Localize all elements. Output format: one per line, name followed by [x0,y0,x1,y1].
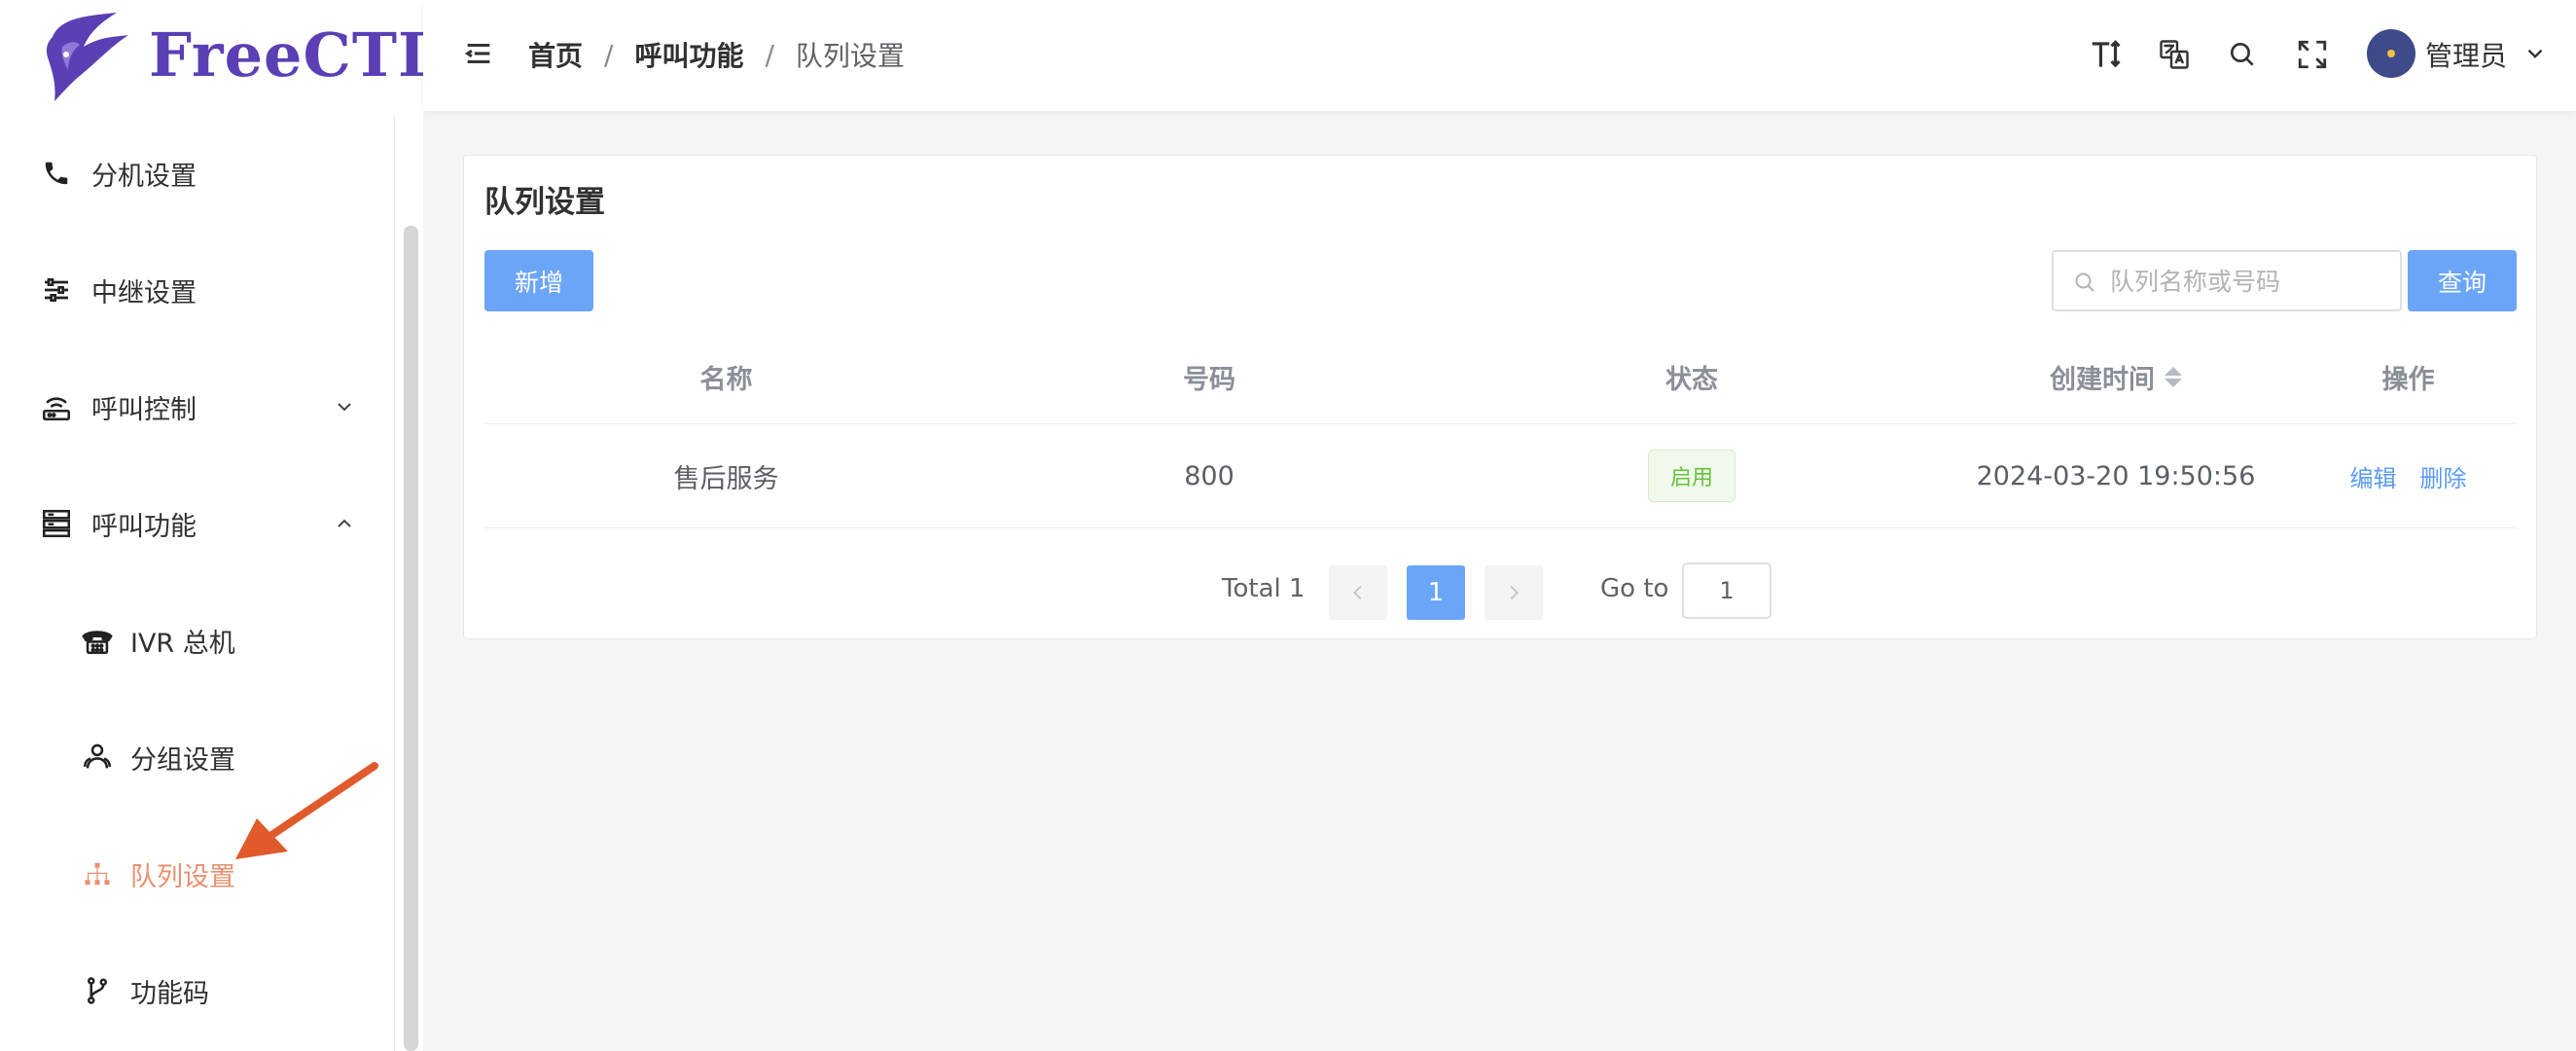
column-header-name: 名称 [699,365,753,395]
search-icon [2075,272,2094,292]
sidebar-item-label: IVR 总机 [130,628,235,659]
cell-created: 2024-03-20 19:50:56 [1976,460,2256,491]
page-title: 队列设置 [484,185,605,220]
sidebar-item-feature-code[interactable]: 功能码 [0,932,394,1049]
branch-icon [80,973,115,1008]
sidebar-item-call-function[interactable]: 呼叫功能 [0,465,394,582]
prev-page-button[interactable] [1329,565,1387,620]
column-header-created-label: 创建时间 [2050,365,2155,395]
cell-actions: 编辑 删除 [2299,424,2518,527]
top-header: 首页 / 呼叫功能 / 队列设置 管理员 [423,0,2576,111]
sidebar-item-label: 中继设置 [91,277,197,308]
sliders-icon [39,272,74,308]
column-header-actions: 操作 [2381,365,2435,395]
server-icon [39,506,74,541]
queue-settings-card: 队列设置 新增 查询 名称 号码 状态 创建时间 操作 售后服务 800 启用 … [463,155,2537,639]
delete-link[interactable]: 删除 [2420,459,2467,493]
breadcrumb-home[interactable]: 首页 [528,35,583,74]
sidebar-item-ivr[interactable]: IVR 总机 [0,582,394,699]
sidebar-menu: 分机设置 中继设置 呼叫控制 呼叫功能 IVR 总机 分组设置 队列设置 功能码 [0,115,394,1051]
pagination-total: Total 1 [1222,574,1306,603]
goto-page-input[interactable] [1682,562,1771,619]
group-icon [80,740,115,775]
status-badge: 启用 [1648,450,1735,502]
sidebar-item-label: 队列设置 [130,861,235,892]
query-button[interactable]: 查询 [2408,250,2517,311]
chevron-up-icon [338,519,351,527]
fullscreen-icon[interactable] [2293,35,2332,74]
menu-toggle-icon[interactable] [462,37,495,70]
phone-icon [39,156,74,191]
bird-logo-icon [46,13,129,101]
sidebar-item-extension[interactable]: 分机设置 [0,115,394,232]
search-icon[interactable] [2223,35,2262,74]
column-header-status: 状态 [1665,365,1718,395]
goto-label: Go to [1600,574,1669,603]
font-size-icon[interactable] [2087,35,2126,74]
sidebar-item-call-control[interactable]: 呼叫控制 [0,348,394,465]
add-button[interactable]: 新增 [484,250,593,311]
avatar[interactable] [2367,29,2415,78]
chevron-down-icon[interactable] [2522,41,2548,66]
pagination: Total 1 1 Go to [464,562,2536,621]
telephone-icon [80,623,115,658]
chevron-left-icon [1353,585,1362,600]
column-header-created[interactable]: 创建时间 [1933,331,2299,423]
sidebar-scrollbar-thumb[interactable] [404,226,418,1051]
breadcrumb-current: 队列设置 [795,40,905,72]
breadcrumb-separator: / [604,38,614,71]
sidebar-item-label: 分机设置 [91,161,197,192]
next-page-button[interactable] [1485,565,1543,620]
table-row: 售后服务 800 启用 2024-03-20 19:50:56 编辑 删除 [484,424,2518,528]
sidebar-item-group[interactable]: 分组设置 [0,699,394,815]
cell-status: 启用 [1450,424,1933,527]
search-field[interactable] [2052,250,2402,311]
sitemap-icon [80,856,115,891]
breadcrumb-call-function[interactable]: 呼叫功能 [634,35,743,74]
breadcrumb: 首页 / 呼叫功能 / 队列设置 [528,35,905,74]
sidebar-item-trunk[interactable]: 中继设置 [0,232,394,348]
table-header: 名称 号码 状态 创建时间 操作 [484,331,2518,424]
queue-table: 名称 号码 状态 创建时间 操作 售后服务 800 启用 2024-03-20 … [484,331,2518,528]
user-name[interactable]: 管理员 [2425,35,2507,74]
search-input[interactable] [2110,260,2392,303]
breadcrumb-separator: / [765,38,774,71]
brand-name: FreeCTI [149,19,427,91]
sidebar-item-label: 分组设置 [130,744,235,776]
sidebar-item-label: 呼叫功能 [91,511,197,542]
sort-icon[interactable] [2165,367,2182,387]
cell-number: 800 [1184,460,1234,491]
cell-name: 售后服务 [673,463,779,494]
column-header-number: 号码 [1183,365,1235,395]
chevron-right-icon [1510,585,1519,600]
sidebar: FreeCTI 分机设置 中继设置 呼叫控制 呼叫功能 IVR 总机 分组设置 … [0,0,426,1051]
translate-icon[interactable] [2155,35,2194,74]
logo[interactable]: FreeCTI [0,0,426,115]
sidebar-item-label: 呼叫控制 [91,394,197,425]
page-number-current[interactable]: 1 [1407,565,1465,620]
sidebar-item-queue[interactable]: 队列设置 [0,815,394,932]
edit-link[interactable]: 编辑 [2350,459,2397,493]
sidebar-item-label: 功能码 [130,978,209,1009]
router-icon [39,389,74,424]
chevron-down-icon [338,403,351,412]
